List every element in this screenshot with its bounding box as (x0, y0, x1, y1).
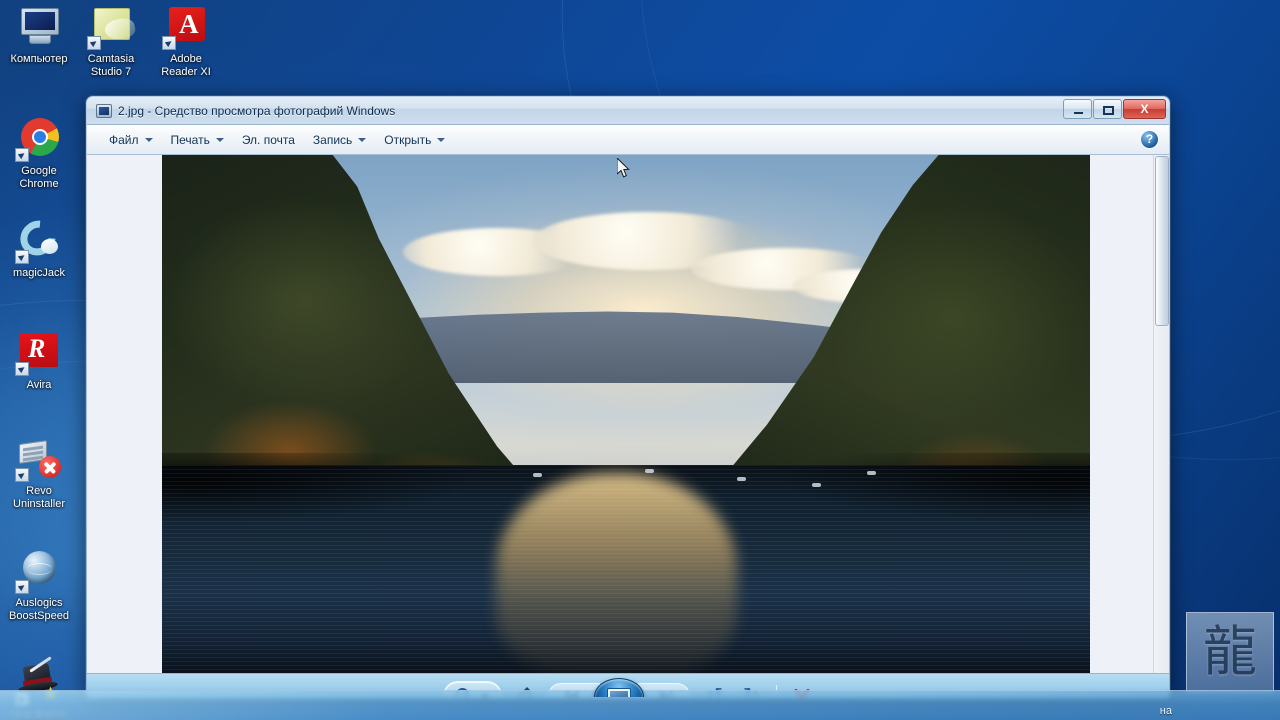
tray-text: на (1159, 705, 1172, 717)
desktop-icon-computer[interactable]: Компьютер (0, 6, 78, 66)
revo-uninstaller-icon (15, 438, 63, 482)
adobe-reader-icon: A (162, 6, 210, 50)
help-icon[interactable]: ? (1141, 131, 1158, 148)
photo-water-ripples (162, 465, 1090, 673)
avira-glyph-letter: R (28, 334, 46, 363)
photo-boat (737, 477, 747, 481)
toolbar-item-open[interactable]: Открыть (376, 130, 453, 150)
desktop-icon-camtasia[interactable]: Camtasia Studio 7 (72, 6, 150, 78)
chevron-down-icon (144, 137, 153, 142)
desktop-icon-label: Auslogics BoostSpeed (9, 597, 69, 622)
auslogics-globe-icon (15, 550, 63, 594)
toolbar-label: Печать (170, 132, 210, 147)
minimize-button[interactable] (1063, 99, 1092, 119)
chevron-down-icon (215, 137, 224, 142)
dragon-gadget[interactable]: 龍 (1186, 612, 1274, 692)
vertical-scrollbar[interactable] (1153, 155, 1169, 673)
desktop-icon-label: Avira (26, 379, 52, 391)
window-titlebar[interactable]: 2.jpg - Средство просмотра фотографий Wi… (87, 97, 1169, 125)
avira-icon: R (15, 332, 63, 376)
window-title: 2.jpg - Средство просмотра фотографий Wi… (118, 103, 396, 118)
photo-boat (644, 469, 654, 473)
displayed-photo (162, 155, 1090, 673)
photo-boat (811, 483, 821, 487)
desktop-icon-adobe-reader[interactable]: A Adobe Reader XI (147, 6, 225, 78)
photo-boat (867, 471, 877, 475)
toolbar-label: Запись (312, 132, 353, 147)
maximize-button[interactable] (1093, 99, 1122, 119)
close-icon: X (1140, 102, 1149, 116)
desktop-icon-label: Компьютер (10, 53, 68, 65)
toolbar-item-email[interactable]: Эл. почта (234, 130, 303, 150)
chevron-down-icon (437, 137, 446, 142)
photo-viewer-window: 2.jpg - Средство просмотра фотографий Wi… (86, 96, 1170, 698)
close-button[interactable]: X (1123, 99, 1166, 119)
adobe-glyph-letter: A (179, 9, 199, 39)
desktop-icon-label: Revo Uninstaller (13, 485, 65, 510)
desktop-icon-label: Adobe Reader XI (161, 53, 211, 78)
toolbar-label: Эл. почта (241, 132, 295, 147)
window-controls: X (1063, 99, 1166, 119)
menu-toolbar: Файл Печать Эл. почта Запись Открыть ? (87, 125, 1169, 155)
photo-viewer-icon (96, 103, 112, 118)
scrollbar-thumb[interactable] (1155, 156, 1169, 326)
toolbar-item-burn[interactable]: Запись (305, 130, 374, 150)
play-slideshow-button[interactable] (594, 677, 644, 697)
slideshow-icon (607, 687, 631, 697)
image-viewport[interactable] (87, 155, 1169, 673)
desktop-icon-avira[interactable]: R Avira (0, 332, 78, 392)
desktop-icon-magicjack[interactable]: magicJack (0, 213, 78, 280)
toolbar-item-file[interactable]: Файл (101, 130, 161, 150)
toolbar-label: Открыть (384, 132, 432, 147)
toolbar-label: Файл (109, 132, 139, 147)
photo-boat (533, 473, 543, 477)
chrome-icon (15, 118, 63, 162)
chevron-down-icon (358, 137, 367, 142)
desktop-icon-label: Camtasia Studio 7 (87, 53, 135, 78)
desktop-icon-label: magicJack (13, 267, 65, 279)
toolbar-item-print[interactable]: Печать (163, 130, 232, 150)
magicjack-icon (13, 213, 63, 264)
desktop-icon-revo-uninstaller[interactable]: Revo Uninstaller (0, 438, 78, 510)
desktop-icon-label: Google Chrome (19, 165, 59, 190)
dragon-icon: 龍 (1203, 622, 1257, 682)
desktop-icon-google-chrome[interactable]: Google Chrome (0, 118, 78, 190)
computer-icon (15, 6, 63, 50)
camtasia-icon (87, 6, 137, 50)
desktop-icon-auslogics-boostspeed[interactable]: Auslogics BoostSpeed (0, 550, 78, 622)
